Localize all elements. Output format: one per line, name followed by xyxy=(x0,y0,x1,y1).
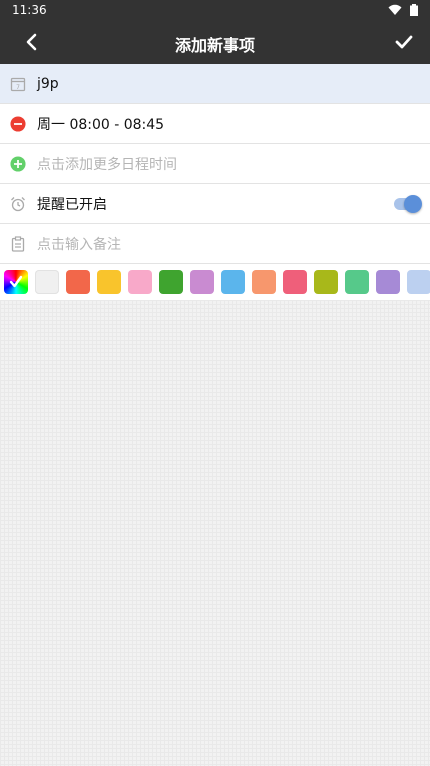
check-icon[interactable] xyxy=(392,30,416,54)
alarm-clock-icon xyxy=(10,196,26,212)
page-title: 添加新事项 xyxy=(174,36,255,55)
custom-color-swatch[interactable] xyxy=(4,270,28,294)
battery-icon xyxy=(410,4,418,16)
form-list: 7 j9p 周一 08:00 - 08:45 点击添加更多日程时间 提醒已开启 … xyxy=(0,64,430,264)
color-swatch[interactable] xyxy=(190,270,214,294)
color-swatch[interactable] xyxy=(314,270,338,294)
color-swatch[interactable] xyxy=(221,270,245,294)
toggle-knob xyxy=(404,194,422,213)
wifi-icon xyxy=(388,4,402,15)
note-row[interactable]: 点击输入备注 xyxy=(0,224,430,264)
status-bar: 11:36 xyxy=(0,0,430,20)
color-swatch[interactable] xyxy=(376,270,400,294)
status-icons xyxy=(388,4,418,16)
add-time-row[interactable]: 点击添加更多日程时间 xyxy=(0,144,430,184)
color-swatch[interactable] xyxy=(97,270,121,294)
reminder-toggle[interactable] xyxy=(394,194,422,213)
remove-icon[interactable] xyxy=(10,115,26,132)
color-swatch[interactable] xyxy=(66,270,90,294)
reminder-row[interactable]: 提醒已开启 xyxy=(0,184,430,224)
color-swatch[interactable] xyxy=(159,270,183,294)
svg-text:7: 7 xyxy=(16,84,20,91)
color-swatch[interactable] xyxy=(252,270,276,294)
add-time-placeholder: 点击添加更多日程时间 xyxy=(37,156,177,173)
checkmark-icon xyxy=(9,275,23,288)
event-name[interactable]: j9p xyxy=(37,76,59,92)
schedule-time: 周一 08:00 - 08:45 xyxy=(37,116,165,133)
status-time: 11:36 xyxy=(12,3,47,17)
reminder-label: 提醒已开启 xyxy=(37,196,107,213)
color-swatch[interactable] xyxy=(128,270,152,294)
add-icon[interactable] xyxy=(10,155,26,172)
calendar-icon: 7 xyxy=(10,76,26,92)
color-swatch[interactable] xyxy=(345,270,369,294)
name-row[interactable]: 7 j9p xyxy=(0,64,430,104)
schedule-row[interactable]: 周一 08:00 - 08:45 xyxy=(0,104,430,144)
color-swatch[interactable] xyxy=(35,270,59,294)
app-bar: 添加新事项 xyxy=(0,20,430,64)
color-picker-bar xyxy=(0,264,430,300)
clipboard-icon xyxy=(10,235,26,252)
note-placeholder: 点击输入备注 xyxy=(37,236,121,253)
color-swatch[interactable] xyxy=(283,270,307,294)
color-swatch[interactable] xyxy=(407,270,430,294)
